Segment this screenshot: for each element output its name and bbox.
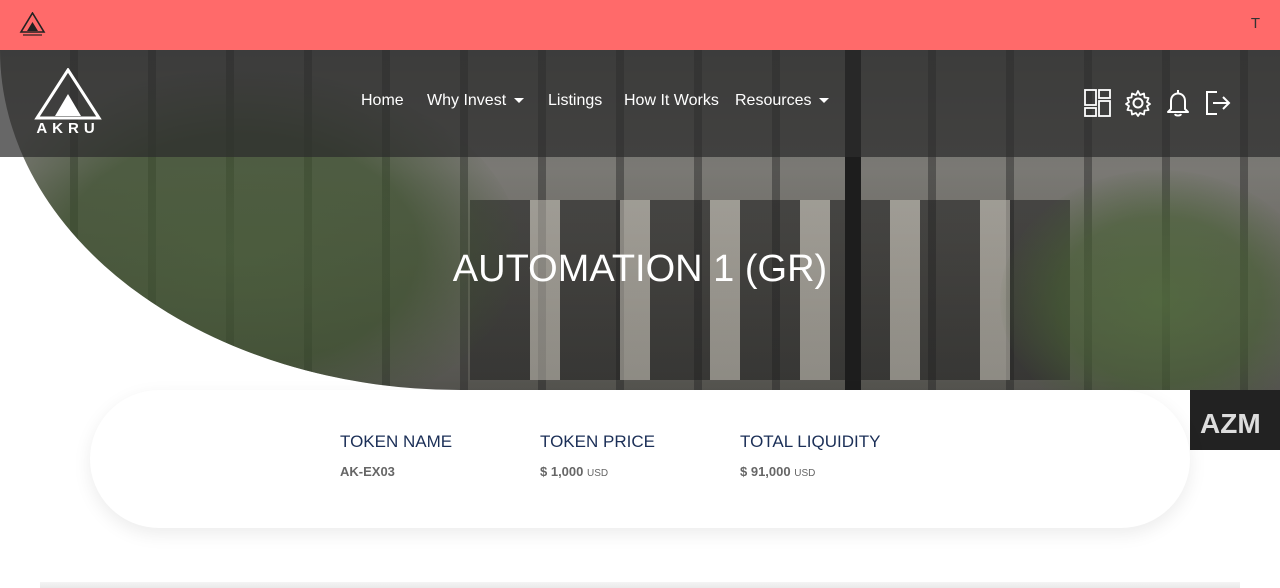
stat-value: AK-EX03 xyxy=(340,464,452,479)
background-sign: AZM xyxy=(1190,390,1280,450)
nav-how-it-works[interactable]: How It Works xyxy=(624,92,719,110)
stat-value-text: $ 1,000 xyxy=(540,464,584,479)
bell-icon[interactable] xyxy=(1163,88,1193,118)
stat-value-text: $ 91,000 xyxy=(740,464,791,479)
nav-home[interactable]: Home xyxy=(361,92,404,110)
main-navbar: AKRU Home Why Invest Listings How It Wor… xyxy=(0,50,1280,157)
logout-icon[interactable] xyxy=(1203,88,1233,118)
brand-name: AKRU xyxy=(36,120,100,137)
stat-label: TOKEN NAME xyxy=(340,432,453,451)
stat-label: TOTAL LIQUIDITY xyxy=(740,432,881,451)
stat-unit: USD xyxy=(794,468,816,479)
stat-value: $ 1,000 USD xyxy=(540,464,655,479)
chevron-down-icon xyxy=(514,98,525,104)
next-section-edge xyxy=(40,582,1240,588)
stat-label: TOKEN PRICE xyxy=(540,432,655,451)
background-sign-text: AZM xyxy=(1200,408,1261,439)
page-title: AUTOMATION 1 (GR) xyxy=(452,248,828,290)
nav-why-invest-label: Why Invest xyxy=(427,92,507,109)
akru-logo-icon xyxy=(34,68,102,120)
nav-resources-label: Resources xyxy=(735,92,812,109)
gear-icon[interactable] xyxy=(1123,88,1153,118)
stat-token-price: TOKEN PRICE $ 1,000 USD xyxy=(540,432,655,479)
nav-home-label: Home xyxy=(361,92,404,109)
top-bar: T xyxy=(0,0,1280,50)
stat-value: $ 91,000 USD xyxy=(740,464,880,479)
nav-listings-label: Listings xyxy=(548,92,603,109)
nav-resources[interactable]: Resources xyxy=(735,92,830,110)
user-avatar[interactable]: T xyxy=(1251,15,1260,32)
brand-logo[interactable]: AKRU xyxy=(33,68,103,140)
stat-value-text: AK-EX03 xyxy=(340,464,395,479)
stat-total-liquidity: TOTAL LIQUIDITY $ 91,000 USD xyxy=(740,432,880,479)
dashboard-icon[interactable] xyxy=(1083,88,1113,118)
stat-unit: USD xyxy=(587,468,609,479)
token-info-card: TOKEN NAME AK-EX03 TOKEN PRICE $ 1,000 U… xyxy=(90,390,1190,528)
nav-why-invest[interactable]: Why Invest xyxy=(427,92,525,110)
nav-how-it-works-label: How It Works xyxy=(624,92,719,109)
nav-listings[interactable]: Listings xyxy=(548,92,602,110)
akru-mini-logo-icon[interactable] xyxy=(19,12,46,39)
stat-token-name: TOKEN NAME AK-EX03 xyxy=(340,432,452,479)
chevron-down-icon xyxy=(819,98,830,104)
